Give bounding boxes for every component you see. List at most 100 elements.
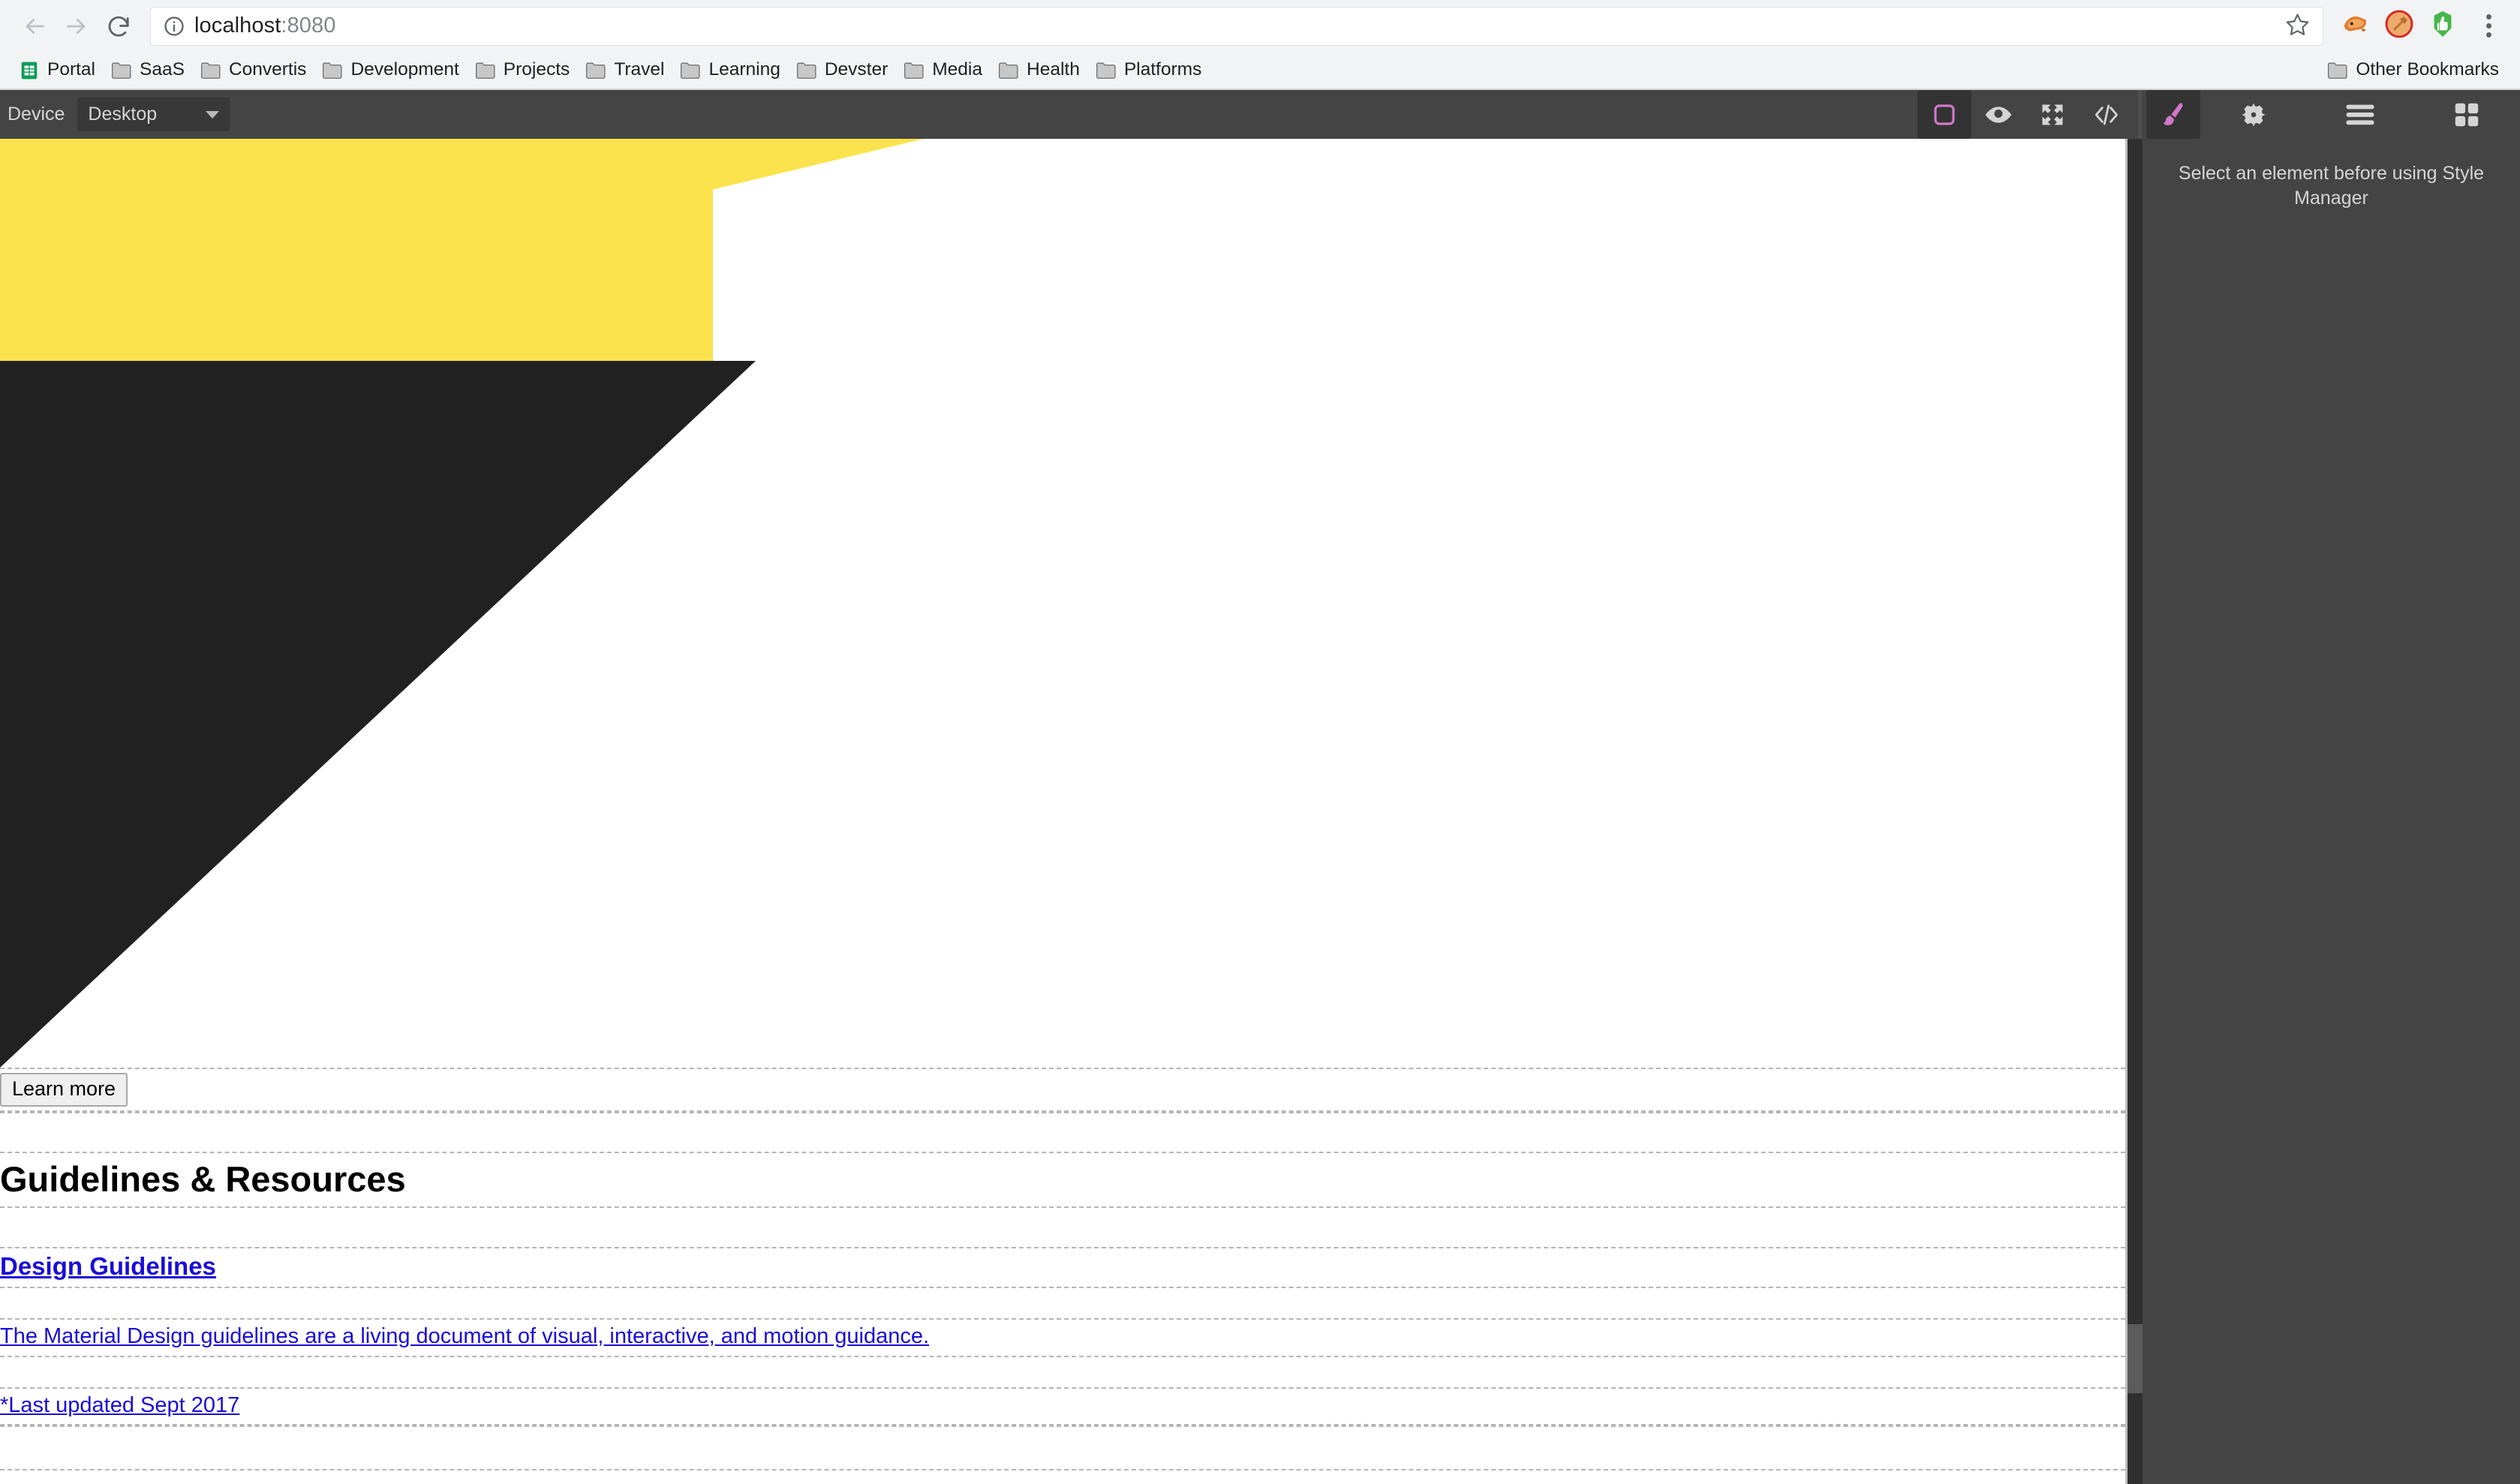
spacer-row-1 — [0, 1112, 2125, 1152]
thumbs-up-extension-icon — [2428, 10, 2457, 42]
eye-icon — [1983, 100, 2013, 130]
learn-more-button[interactable]: Learn more — [0, 1073, 128, 1107]
other-bookmarks-button[interactable]: Other Bookmarks — [2319, 56, 2506, 86]
back-button[interactable] — [14, 5, 56, 47]
address-bar-url: localhost:8080 — [194, 15, 335, 37]
bookmark-item-projects[interactable]: Projects — [467, 56, 578, 86]
three-dot-menu-icon — [2485, 14, 2491, 38]
gear-icon — [2239, 101, 2268, 129]
style-manager-empty-message: Select an element before using Style Man… — [2178, 163, 2485, 209]
firefox-fox-extension-button[interactable] — [2335, 6, 2376, 47]
bookmark-item-portal[interactable]: Portal — [11, 56, 103, 86]
bookmark-item-development[interactable]: Development — [314, 56, 466, 86]
folder-icon — [321, 59, 344, 82]
bookmark-item-convertis[interactable]: Convertis — [192, 56, 314, 86]
layers-icon — [2345, 103, 2375, 127]
open-settings-button[interactable] — [2200, 90, 2307, 139]
folder-icon — [110, 59, 133, 82]
bookmark-item-platforms[interactable]: Platforms — [1087, 56, 1209, 86]
folder-icon — [585, 59, 607, 82]
folder-icon — [997, 59, 1020, 82]
bookmark-label: Media — [932, 59, 982, 80]
device-label: Device — [8, 104, 65, 125]
panel-divider — [2138, 90, 2142, 139]
arrow-left-icon — [22, 14, 47, 39]
arrow-right-icon — [64, 14, 89, 39]
preview-button[interactable] — [1971, 90, 2025, 139]
bookmark-label: Learning — [708, 59, 780, 80]
bookmark-item-travel[interactable]: Travel — [577, 56, 672, 86]
material-design-description-link[interactable]: The Material Design guidelines are a liv… — [0, 1320, 2125, 1356]
address-bar[interactable]: localhost:8080 — [150, 6, 2323, 46]
url-port: :8080 — [281, 14, 336, 38]
forward-button[interactable] — [56, 5, 98, 47]
folder-icon — [903, 59, 925, 82]
bookmark-label: SaaS — [140, 59, 185, 80]
bookmark-label: Development — [350, 59, 459, 80]
fullscreen-icon — [2039, 101, 2066, 128]
bookmark-star-button[interactable] — [2282, 11, 2312, 41]
bookmark-item-media[interactable]: Media — [895, 56, 990, 86]
bookmark-item-health[interactable]: Health — [990, 56, 1087, 86]
bookmark-item-learning[interactable]: Learning — [672, 56, 787, 86]
panel-options-group — [1917, 90, 2134, 139]
open-layer-manager-button[interactable] — [2307, 90, 2413, 139]
spacer-row-4 — [0, 1357, 2125, 1387]
url-host: localhost — [194, 14, 281, 38]
editor-workspace: Learn more Guidelines & Resources Design… — [0, 139, 2520, 1484]
canvas-scrollbar[interactable] — [2128, 139, 2143, 1484]
hammer-extension-icon — [2384, 9, 2414, 43]
browser-nav-bar: localhost:8080 — [0, 0, 2520, 52]
sheets-icon — [18, 59, 41, 82]
bookmarks-bar: Portal SaaS Convertis Development Projec — [0, 52, 2520, 89]
open-style-manager-button[interactable] — [2146, 90, 2200, 139]
bookmark-label: Travel — [614, 59, 665, 80]
design-guidelines-link[interactable]: Design Guidelines — [0, 1248, 2125, 1286]
spacer-row-2 — [0, 1208, 2125, 1247]
bookmark-item-devster[interactable]: Devster — [788, 56, 895, 86]
other-bookmarks-label: Other Bookmarks — [2356, 59, 2499, 80]
spacer-row-5 — [0, 1425, 2125, 1471]
chevron-down-icon — [206, 110, 220, 119]
device-select[interactable]: Desktop — [77, 98, 230, 131]
browser-menu-button[interactable] — [2470, 6, 2506, 47]
editor-panel-buttons — [1917, 90, 2520, 139]
device-select-value: Desktop — [88, 104, 158, 125]
folder-icon — [795, 59, 818, 82]
bookmark-item-saas[interactable]: SaaS — [103, 56, 192, 86]
bookmark-label: Health — [1027, 59, 1080, 80]
folder-icon — [200, 59, 222, 82]
learn-more-row[interactable]: Learn more — [0, 1068, 2125, 1112]
style-manager-panel: Select an element before using Style Man… — [2143, 139, 2520, 1484]
star-icon — [2285, 12, 2310, 41]
sw-visibility-button[interactable] — [1917, 90, 1971, 139]
folder-icon — [679, 59, 702, 82]
hero-graphic[interactable] — [0, 139, 2125, 1068]
blocks-grid-icon — [2452, 101, 2481, 129]
reload-button[interactable] — [98, 5, 140, 47]
editor-canvas[interactable]: Learn more Guidelines & Resources Design… — [0, 139, 2128, 1484]
bookmark-label: Portal — [47, 59, 96, 80]
folder-icon — [1095, 59, 1117, 82]
section-title-row[interactable]: Guidelines & Resources — [0, 1152, 2125, 1209]
open-blocks-button[interactable] — [2413, 90, 2520, 139]
firefox-fox-extension-icon — [2341, 10, 2370, 42]
page-info-icon[interactable] — [161, 14, 187, 39]
page-title: Guidelines & Resources — [0, 1159, 406, 1199]
last-updated-link[interactable]: *Last updated Sept 2017 — [0, 1389, 2125, 1425]
bookmark-label: Projects — [503, 59, 570, 80]
link-row-description[interactable]: The Material Design guidelines are a liv… — [0, 1317, 2125, 1357]
paint-brush-icon — [2158, 100, 2188, 130]
bookmark-label: Convertis — [228, 59, 307, 80]
editor-top-panel: Device Desktop — [0, 90, 2520, 139]
canvas-scrollbar-thumb[interactable] — [2128, 1324, 2143, 1393]
thumbs-up-extension-button[interactable] — [2422, 6, 2463, 47]
link-row-design-guidelines[interactable]: Design Guidelines — [0, 1247, 2125, 1288]
borders-square-icon — [1931, 101, 1958, 128]
hammer-extension-button[interactable] — [2379, 6, 2419, 47]
fullscreen-button[interactable] — [2025, 90, 2079, 139]
browser-chrome: localhost:8080 Portal SaaS Convertis Dev… — [0, 0, 2520, 90]
export-code-button[interactable] — [2079, 90, 2134, 139]
bookmark-label: Platforms — [1123, 59, 1202, 80]
link-row-last-updated[interactable]: *Last updated Sept 2017 — [0, 1386, 2125, 1426]
